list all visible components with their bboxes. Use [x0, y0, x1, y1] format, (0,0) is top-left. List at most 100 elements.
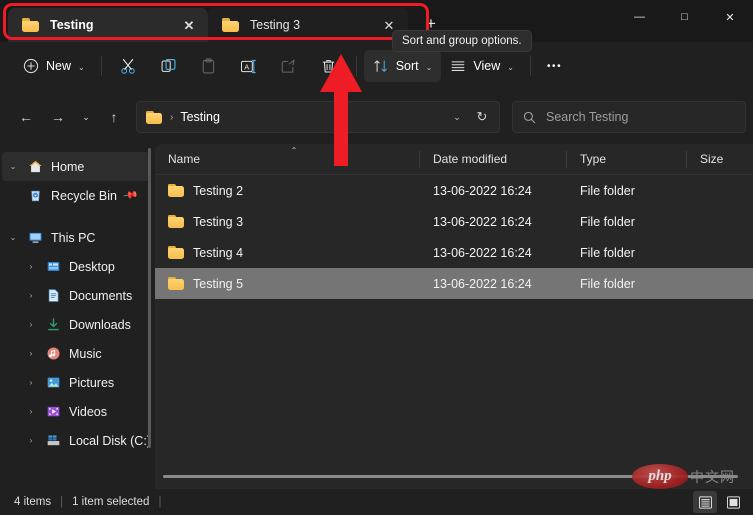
chevron-right-icon[interactable]: ›	[20, 291, 42, 300]
pictures-icon	[42, 375, 64, 390]
cut-button[interactable]	[110, 50, 148, 82]
selection-count: 1 item selected	[72, 496, 150, 508]
chevron-down-icon[interactable]: ⌄	[2, 233, 24, 242]
watermark: php 中文网	[632, 464, 735, 489]
breadcrumb[interactable]: Testing	[180, 110, 445, 124]
forward-button[interactable]: →	[42, 101, 74, 133]
breadcrumb-separator: ›	[170, 111, 174, 123]
copy-button[interactable]	[150, 50, 188, 82]
up-button[interactable]: ↑	[98, 101, 130, 133]
file-explorer-window: Testing ✕ Testing 3 ✕ + — □ ✕ New ⌄ A So…	[0, 0, 753, 515]
chevron-right-icon[interactable]: ›	[20, 349, 42, 358]
sidebar-item-label: Recycle Bin	[51, 188, 117, 203]
sidebar-item-downloads[interactable]: › Downloads	[2, 310, 149, 339]
sidebar-item-local-disk-c[interactable]: › Local Disk (C:)	[2, 426, 151, 455]
pin-icon[interactable]: 📌	[122, 187, 139, 203]
sidebar-item-desktop[interactable]: › Desktop	[2, 252, 149, 281]
table-row[interactable]: Testing 4 13-06-2022 16:24 File folder	[155, 237, 753, 268]
chevron-down-icon[interactable]: ⌄	[2, 162, 24, 171]
file-size	[687, 175, 745, 206]
item-count: 4 items	[14, 496, 52, 508]
sidebar-item-pictures[interactable]: › Pictures	[2, 368, 149, 397]
folder-icon	[146, 110, 162, 124]
sort-button[interactable]: Sort ⌄	[363, 50, 442, 82]
sidebar-item-label: This PC	[51, 230, 96, 245]
sidebar-item-videos[interactable]: › Videos	[2, 397, 149, 426]
chevron-right-icon[interactable]: ›	[20, 407, 42, 416]
table-row[interactable]: Testing 5 13-06-2022 16:24 File folder	[155, 268, 753, 299]
file-name-cell: Testing 2	[155, 175, 420, 206]
table-row[interactable]: Testing 3 13-06-2022 16:24 File folder	[155, 206, 753, 237]
sidebar-item-music[interactable]: › Music	[2, 339, 149, 368]
column-header-type[interactable]: Type	[567, 144, 687, 175]
share-button[interactable]	[270, 50, 308, 82]
search-box[interactable]: Search Testing	[512, 101, 746, 133]
chevron-right-icon[interactable]: ›	[20, 378, 42, 387]
videos-icon	[42, 404, 64, 419]
address-bar[interactable]: › Testing ⌄ ↻	[136, 101, 500, 133]
chevron-right-icon[interactable]: ›	[20, 436, 42, 445]
file-size	[687, 268, 745, 299]
large-icons-view-icon[interactable]	[721, 491, 745, 513]
search-icon	[523, 111, 536, 123]
details-view-icon[interactable]	[693, 491, 717, 513]
column-header-size[interactable]: Size	[687, 144, 745, 175]
file-type: File folder	[580, 276, 635, 291]
tab-close-icon[interactable]: ✕	[178, 14, 200, 36]
maximize-button[interactable]: □	[662, 0, 707, 34]
main-body: ⌄ Home Recycle Bin 📌 ⌄ This PC › Desktop…	[0, 144, 753, 489]
sort-ascending-icon: ⌃	[290, 145, 298, 155]
folder-icon	[22, 18, 39, 32]
sidebar-item-label: Videos	[69, 404, 107, 419]
sidebar-item-label: Home	[51, 159, 85, 174]
tab-testing-3[interactable]: Testing 3 ✕	[208, 8, 408, 42]
more-options-button[interactable]: •••	[538, 50, 571, 82]
rename-icon: A	[241, 59, 257, 73]
column-header-date-modified[interactable]: Date modified	[420, 144, 567, 175]
monitor-icon	[24, 230, 46, 245]
recent-locations-button[interactable]: ⌄	[74, 101, 98, 133]
chevron-right-icon[interactable]: ›	[20, 320, 42, 329]
sidebar-item-documents[interactable]: › Documents	[2, 281, 149, 310]
chevron-down-icon: ⌄	[507, 62, 514, 72]
navigation-pane: ⌄ Home Recycle Bin 📌 ⌄ This PC › Desktop…	[0, 144, 155, 489]
watermark-text: 中文网	[690, 468, 735, 485]
sidebar-item-home[interactable]: ⌄ Home	[2, 152, 149, 181]
sidebar-scrollbar[interactable]	[148, 148, 151, 448]
view-button[interactable]: View ⌄	[441, 50, 523, 82]
folder-icon	[168, 246, 184, 259]
refresh-icon[interactable]: ↻	[469, 104, 495, 130]
copy-icon	[161, 58, 176, 72]
sidebar-item-this-pc[interactable]: ⌄ This PC	[2, 223, 149, 252]
file-list-pane: Name ⌃ Date modified Type Size Testing 2	[155, 144, 753, 489]
file-date: 13-06-2022 16:24	[433, 183, 532, 198]
share-icon	[281, 59, 295, 73]
back-button[interactable]: ←	[10, 101, 42, 133]
new-button[interactable]: New ⌄	[14, 50, 94, 82]
folder-icon	[168, 215, 184, 228]
tab-testing[interactable]: Testing ✕	[8, 8, 208, 42]
rename-button[interactable]: A	[230, 50, 268, 82]
tab-strip: Testing ✕ Testing 3 ✕ +	[0, 0, 446, 42]
chevron-down-icon[interactable]: ⌄	[445, 104, 469, 130]
tab-label: Testing 3	[250, 18, 301, 32]
paste-button[interactable]	[190, 50, 228, 82]
search-input[interactable]: Search Testing	[546, 110, 628, 124]
file-name-cell: Testing 5	[155, 268, 420, 299]
paste-icon	[202, 57, 215, 73]
trash-icon	[322, 59, 335, 72]
chevron-right-icon[interactable]: ›	[20, 262, 42, 271]
minimize-button[interactable]: —	[617, 0, 662, 34]
column-header-name[interactable]: Name ⌃	[155, 144, 420, 175]
tooltip: Sort and group options.	[392, 30, 532, 52]
view-button-label: View	[473, 59, 501, 73]
file-type: File folder	[580, 214, 635, 229]
table-row[interactable]: Testing 2 13-06-2022 16:24 File folder	[155, 175, 753, 206]
file-date: 13-06-2022 16:24	[433, 276, 532, 291]
sidebar-item-recycle-bin[interactable]: Recycle Bin 📌	[2, 181, 149, 210]
file-name: Testing 2	[193, 183, 244, 198]
command-toolbar: New ⌄ A Sort ⌄ View ⌄ •••	[0, 42, 753, 90]
svg-text:A: A	[244, 62, 250, 71]
close-button[interactable]: ✕	[707, 0, 753, 34]
delete-button[interactable]	[310, 50, 348, 82]
